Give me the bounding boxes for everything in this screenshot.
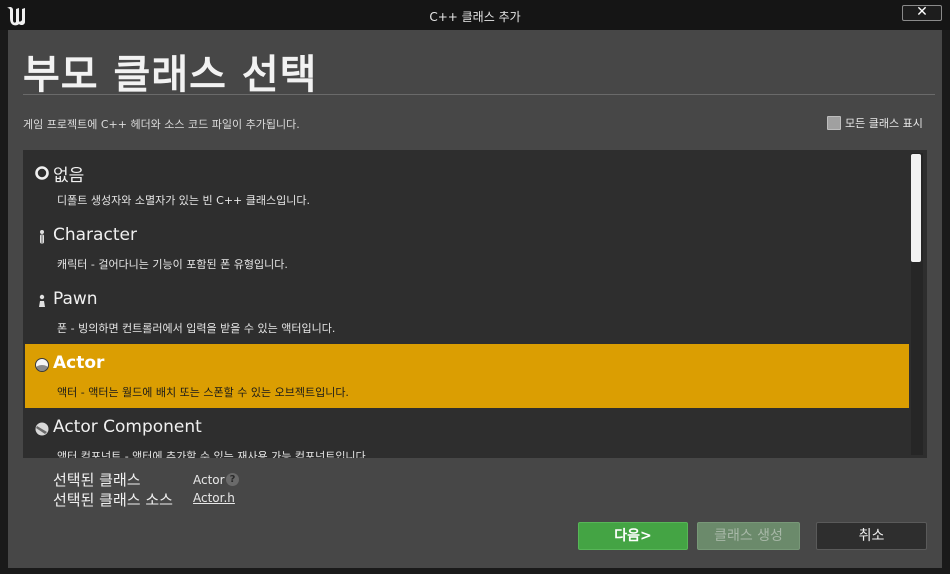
title-bar[interactable]: C++ 클래스 추가 ✕ xyxy=(0,0,950,30)
class-item-description: 액터 - 액터는 월드에 배치 또는 스폰할 수 있는 오브젝트입니다. xyxy=(57,386,349,399)
class-item-none[interactable]: 없음 디폴트 생성자와 소멸자가 있는 빈 C++ 클래스입니다. xyxy=(25,152,909,216)
selected-class-source-link[interactable]: Actor.h xyxy=(193,491,235,505)
show-all-classes-toggle[interactable]: 모든 클래스 표시 xyxy=(827,115,923,131)
class-item-name: 없음 xyxy=(53,166,85,186)
class-item-description: 액터 컴포넌트 - 액터에 추가할 수 있는 재사용 가능 컴포넌트입니다. xyxy=(57,450,370,458)
title-divider xyxy=(23,94,935,95)
help-icon[interactable]: ? xyxy=(226,473,239,486)
next-button[interactable]: 다음> xyxy=(578,522,688,550)
selected-class-value: Actor xyxy=(193,473,225,487)
list-scrollbar-thumb[interactable] xyxy=(911,154,921,262)
dialog-description: 게임 프로젝트에 C++ 헤더와 소스 코드 파일이 추가됩니다. xyxy=(23,118,300,131)
class-item-character[interactable]: Character 캐릭터 - 걸어다니는 기능이 포함된 폰 유형입니다. xyxy=(25,216,909,280)
component-icon xyxy=(35,422,49,436)
show-all-classes-checkbox[interactable] xyxy=(827,116,841,130)
class-item-description: 디폴트 생성자와 소멸자가 있는 빈 C++ 클래스입니다. xyxy=(57,194,310,207)
page-title: 부모 클래스 선택 xyxy=(23,52,318,98)
selected-class-label: 선택된 클래스 xyxy=(53,471,141,489)
class-item-description: 폰 - 빙의하면 컨트롤러에서 입력을 받을 수 있는 액터입니다. xyxy=(57,322,336,335)
pawn-icon xyxy=(39,294,45,307)
show-all-classes-label[interactable]: 모든 클래스 표시 xyxy=(845,115,923,131)
selected-class-source-label: 선택된 클래스 소스 xyxy=(53,491,173,509)
class-item-name: Actor Component xyxy=(53,417,202,437)
class-item-description: 캐릭터 - 걸어다니는 기능이 포함된 폰 유형입니다. xyxy=(57,258,288,271)
cancel-button[interactable]: 취소 xyxy=(816,522,927,550)
class-item-pawn[interactable]: Pawn 폰 - 빙의하면 컨트롤러에서 입력을 받을 수 있는 액터입니다. xyxy=(25,280,909,344)
character-icon xyxy=(40,230,44,244)
class-item-name: Actor xyxy=(53,353,105,373)
create-class-button[interactable]: 클래스 생성 xyxy=(697,522,800,550)
window-title: C++ 클래스 추가 xyxy=(429,10,521,24)
add-cpp-class-dialog: C++ 클래스 추가 ✕ 부모 클래스 선택 게임 프로젝트에 C++ 헤더와 … xyxy=(0,0,950,574)
dialog-content: 부모 클래스 선택 게임 프로젝트에 C++ 헤더와 소스 코드 파일이 추가됩… xyxy=(8,30,942,568)
class-item-actor[interactable]: Actor 액터 - 액터는 월드에 배치 또는 스폰할 수 있는 오브젝트입니… xyxy=(25,344,909,408)
class-item-actor-component[interactable]: Actor Component 액터 컴포넌트 - 액터에 추가할 수 있는 재… xyxy=(25,408,909,458)
circle-outline-icon xyxy=(35,166,49,180)
class-item-name: Character xyxy=(53,225,137,245)
class-item-name: Pawn xyxy=(53,289,98,309)
parent-class-list[interactable]: 없음 디폴트 생성자와 소멸자가 있는 빈 C++ 클래스입니다. Charac… xyxy=(23,150,927,458)
close-button[interactable]: ✕ xyxy=(902,5,942,21)
actor-sphere-icon xyxy=(35,358,49,372)
